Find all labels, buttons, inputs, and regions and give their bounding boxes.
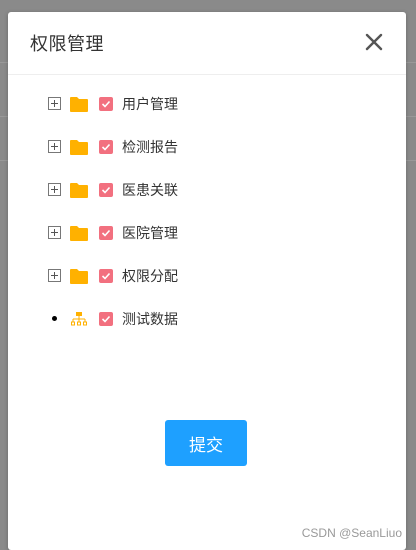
plus-box-icon[interactable] xyxy=(48,269,61,282)
tree-node-label: 医患关联 xyxy=(122,182,178,199)
checkbox-checked[interactable] xyxy=(99,225,113,240)
tree-node-label: 检测报告 xyxy=(122,139,178,156)
tree-node-user-management[interactable]: 用户管理 xyxy=(48,82,178,125)
submit-button[interactable]: 提交 xyxy=(165,420,247,466)
checkbox-checked[interactable] xyxy=(99,139,113,154)
watermark: CSDN @SeanLiuo xyxy=(301,526,402,540)
tree-node-test-report[interactable]: 检测报告 xyxy=(48,125,178,168)
tree-node-label: 权限分配 xyxy=(122,268,178,285)
tree-node-label: 医院管理 xyxy=(122,225,178,242)
plus-box-icon[interactable] xyxy=(48,97,61,110)
dialog-title: 权限管理 xyxy=(30,34,104,55)
tree-node-test-data[interactable]: 测试数据 xyxy=(48,297,178,340)
checkbox-checked[interactable] xyxy=(99,182,113,197)
plus-box-icon[interactable] xyxy=(48,226,61,239)
checkbox-checked[interactable] xyxy=(99,96,113,111)
permission-tree: 用户管理 检测报告 医患关联 医院管理 权限分配 测试数据 xyxy=(48,82,178,340)
folder-icon xyxy=(70,96,88,112)
folder-icon xyxy=(70,225,88,241)
tree-node-label: 用户管理 xyxy=(122,96,178,113)
close-icon[interactable] xyxy=(362,30,386,54)
tree-node-doctor-patient-link[interactable]: 医患关联 xyxy=(48,168,178,211)
dialog-header: 权限管理 xyxy=(8,12,406,75)
tree-node-permission-assignment[interactable]: 权限分配 xyxy=(48,254,178,297)
permission-dialog: 权限管理 用户管理 检测报告 医患关联 医院管理 权限分配 测试数据 提交 xyxy=(8,12,406,550)
folder-icon xyxy=(70,139,88,155)
folder-icon xyxy=(70,182,88,198)
plus-box-icon[interactable] xyxy=(48,183,61,196)
bullet-icon xyxy=(48,312,61,325)
sitemap-icon xyxy=(71,311,87,325)
plus-box-icon[interactable] xyxy=(48,140,61,153)
checkbox-checked[interactable] xyxy=(99,268,113,283)
tree-node-hospital-management[interactable]: 医院管理 xyxy=(48,211,178,254)
tree-node-label: 测试数据 xyxy=(122,311,178,328)
checkbox-checked[interactable] xyxy=(99,311,113,326)
folder-icon xyxy=(70,268,88,284)
